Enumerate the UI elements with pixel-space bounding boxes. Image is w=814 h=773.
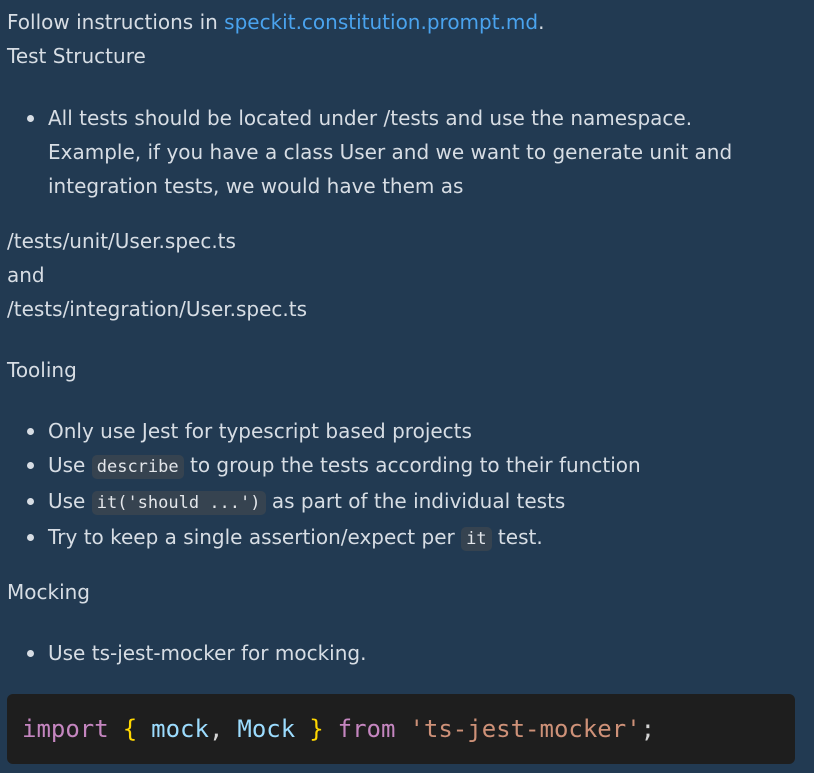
list-item: Use it('should ...') as part of the indi…	[7, 484, 797, 520]
code-semicolon: ;	[640, 715, 656, 743]
mocking-list: Use ts-jest-mocker for mocking.	[7, 636, 797, 670]
list-item: Try to keep a single assertion/expect pe…	[7, 520, 797, 556]
path-unit: /tests/unit/User.spec.ts	[7, 229, 236, 253]
tooling-item-1: Only use Jest for typescript based proje…	[48, 419, 472, 443]
tooling-item-3-post: as part of the individual tests	[265, 489, 566, 513]
code-brace-close: }	[309, 715, 324, 743]
intro-prefix: Follow instructions in	[7, 10, 225, 34]
chat-message-content: Follow instructions in speckit.constitut…	[7, 5, 814, 773]
code-identifier-mock: mock	[151, 715, 209, 743]
mocking-item-1: Use ts-jest-mocker for mocking.	[48, 641, 367, 665]
code-keyword-import: import	[22, 715, 109, 743]
bullet-line-3: integration tests, we would have them as	[48, 174, 464, 198]
test-structure-heading: Test Structure	[7, 44, 146, 68]
intro-suffix: .	[538, 10, 545, 34]
code-identifier-Mock: Mock	[237, 715, 296, 743]
list-item: All tests should be located under /tests…	[7, 101, 797, 203]
code-string: 'ts-jest-mocker'	[409, 715, 641, 743]
mocking-heading: Mocking	[7, 580, 90, 604]
bullet-line-1: All tests should be located under /tests…	[48, 106, 693, 130]
tooling-heading: Tooling	[7, 358, 77, 382]
path-integration: /tests/integration/User.spec.ts	[7, 297, 308, 321]
tooling-item-4-post: test.	[491, 525, 543, 549]
inline-code-it: it	[461, 527, 492, 551]
code-comma: ,	[208, 715, 224, 743]
code-block[interactable]: import { mock, Mock} from 'ts-jest-mocker';	[7, 694, 795, 764]
tooling-item-3-pre: Use	[48, 489, 92, 513]
code-brace-open: {	[122, 715, 138, 743]
list-item: Only use Jest for typescript based proje…	[7, 414, 797, 448]
list-item: Use ts-jest-mocker for mocking.	[7, 636, 797, 670]
code-keyword-from: from	[337, 715, 396, 743]
tooling-item-4-pre: Try to keep a single assertion/expect pe…	[48, 525, 462, 549]
list-item: Use describe to group the tests accordin…	[7, 448, 797, 484]
inline-code-it-should: it('should ...')	[91, 491, 266, 515]
bullet-line-2: Example, if you have a class User and we…	[48, 140, 733, 164]
tooling-list: Only use Jest for typescript based proje…	[7, 414, 797, 556]
tooling-item-2-post: to group the tests according to their fu…	[183, 453, 641, 477]
tooling-item-2-pre: Use	[48, 453, 92, 477]
intro-line: Follow instructions in speckit.constitut…	[7, 5, 544, 39]
inline-code-describe: describe	[91, 455, 184, 479]
prompt-file-link[interactable]: speckit.constitution.prompt.md	[224, 10, 538, 34]
test-structure-list: All tests should be located under /tests…	[7, 101, 797, 203]
and-text: and	[7, 263, 45, 287]
